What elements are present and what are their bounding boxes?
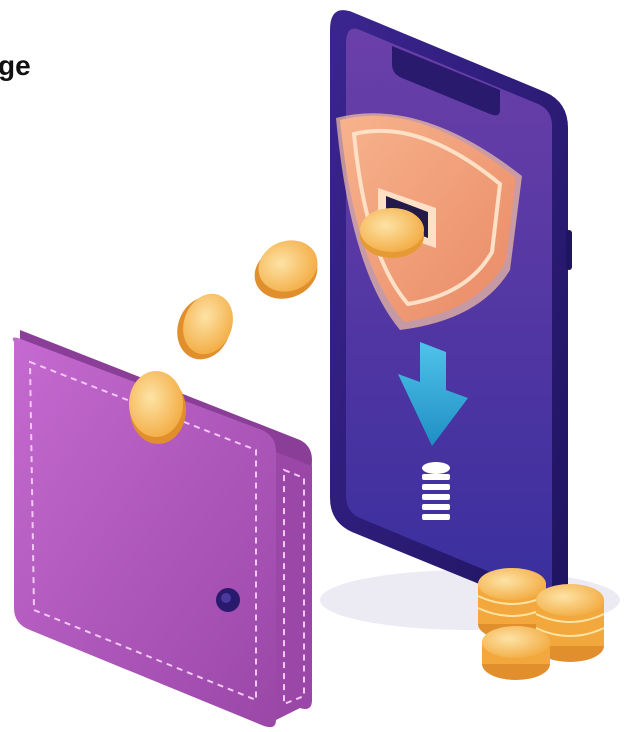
flying-coin [177,293,233,360]
illustration [12,10,620,728]
flying-coin [254,240,318,299]
coin-slot-icon [360,208,424,258]
coin-stack [482,626,550,680]
wallet-coin [129,371,186,444]
phone-side-button [566,230,572,270]
